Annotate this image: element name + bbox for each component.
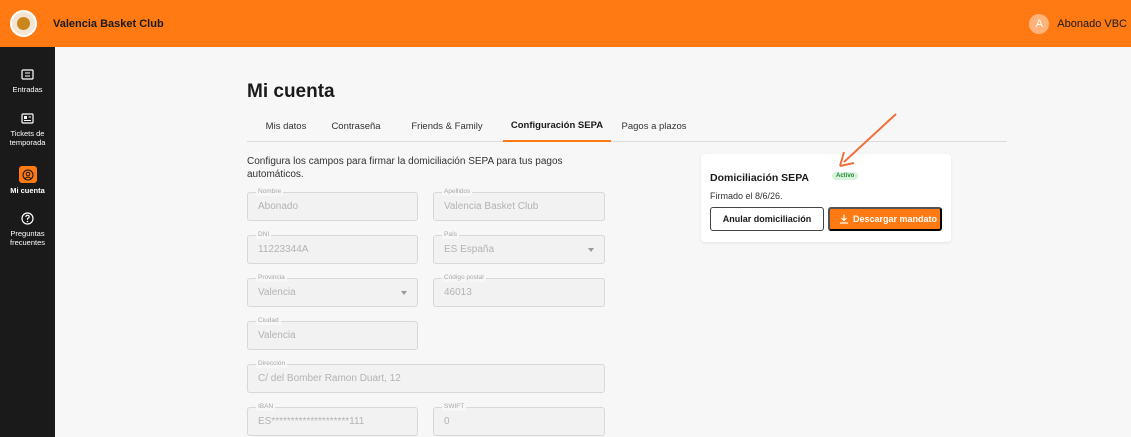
apellidos-field[interactable]: Apellidos Valencia Basket Club <box>433 187 605 221</box>
card-title: Domiciliación SEPA <box>710 172 809 184</box>
provincia-select[interactable]: Provincia Valencia <box>247 273 418 307</box>
tab-mis-datos[interactable]: Mis datos <box>255 110 317 142</box>
dni-field[interactable]: DNI 11223344A <box>247 230 418 264</box>
chevron-down-icon <box>588 248 594 252</box>
apellidos-value: Valencia Basket Club <box>444 201 539 212</box>
ciudad-field[interactable]: Ciudad Valencia <box>247 316 418 350</box>
iban-value: ES********************111 <box>258 416 365 427</box>
chevron-down-icon <box>401 291 407 295</box>
sidebar-item-label: Entradas <box>12 85 43 94</box>
download-mandate-label: Descargar mandato <box>852 214 938 224</box>
account-icon <box>18 166 37 183</box>
intro-text: Configura los campos para firmar la domi… <box>247 156 563 180</box>
nombre-field[interactable]: Nombre Abonado <box>247 187 418 221</box>
help-icon <box>20 211 35 226</box>
ciudad-label: Ciudad <box>256 316 281 325</box>
tab-contrasena[interactable]: Contraseña <box>323 110 389 142</box>
direccion-label: Dirección <box>256 359 288 368</box>
provincia-label: Provincia <box>256 273 287 282</box>
codigo-postal-label: Código postal <box>442 273 486 282</box>
avatar[interactable]: A <box>1029 13 1050 34</box>
user-menu[interactable]: A Abonado VBC <box>1029 0 1131 47</box>
annotation-arrow-icon <box>839 113 897 167</box>
direccion-field[interactable]: Dirección C/ del Bomber Ramon Duart, 12 <box>247 359 605 393</box>
nombre-label: Nombre <box>256 187 284 196</box>
swift-label: SWIFT <box>442 402 467 411</box>
sidebar-item-label: Mi cuenta <box>10 186 45 195</box>
iban-label: IBAN <box>256 402 276 411</box>
sidebar-item-mi-cuenta[interactable]: Mi cuenta <box>0 166 55 195</box>
pais-value: ES España <box>444 244 495 255</box>
tab-pagos-plazos[interactable]: Pagos a plazos <box>617 110 691 142</box>
sidebar-item-label: Tickets de temporada <box>9 129 46 147</box>
download-mandate-button[interactable]: Descargar mandato <box>828 207 942 231</box>
sidebar-item-tickets-temporada[interactable]: Tickets de temporada <box>0 111 55 147</box>
swift-field[interactable]: SWIFT 0 <box>433 402 605 436</box>
page-title: Mi cuenta <box>247 81 335 102</box>
status-badge: Activo <box>832 172 859 180</box>
download-icon <box>840 214 848 224</box>
sidebar-item-entradas[interactable]: Entradas <box>0 67 55 94</box>
tab-configuracion-sepa[interactable]: Configuración SEPA <box>503 110 611 142</box>
apellidos-label: Apellidos <box>442 187 473 196</box>
provincia-value: Valencia <box>258 287 296 298</box>
pais-label: País <box>442 230 460 239</box>
season-ticket-icon <box>20 111 35 126</box>
sidebar: Entradas Tickets de temporada Mi cuenta … <box>0 47 55 437</box>
club-logo-icon[interactable] <box>10 10 37 37</box>
ciudad-value: Valencia <box>258 330 296 341</box>
dni-label: DNI <box>256 230 272 239</box>
cancel-mandate-button[interactable]: Anular domiciliación <box>710 207 824 231</box>
user-name[interactable]: Abonado VBC <box>1057 18 1127 30</box>
dni-value: 11223344A <box>258 244 309 255</box>
pais-select[interactable]: País ES España <box>433 230 605 264</box>
main-content: Mi cuenta Mis datos Contraseña Friends &… <box>55 47 1131 437</box>
direccion-value: C/ del Bomber Ramon Duart, 12 <box>258 373 401 384</box>
brand-name[interactable]: Valencia Basket Club <box>53 18 164 30</box>
signed-date: Firmado el 8/6/26. <box>710 191 783 201</box>
tab-friends-family[interactable]: Friends & Family <box>399 110 495 142</box>
sidebar-item-label: Preguntas frecuentes <box>9 229 46 247</box>
nombre-value: Abonado <box>258 201 299 212</box>
sidebar-item-preguntas-frecuentes[interactable]: Preguntas frecuentes <box>0 211 55 247</box>
sepa-status-card: Domiciliación SEPA Activo Firmado el 8/6… <box>701 154 951 242</box>
codigo-postal-value: 46013 <box>444 287 472 298</box>
codigo-postal-field[interactable]: Código postal 46013 <box>433 273 605 307</box>
ticket-icon <box>20 67 35 82</box>
top-bar: Valencia Basket Club A Abonado VBC <box>0 0 1131 47</box>
iban-field[interactable]: IBAN ES********************111 <box>247 402 418 436</box>
swift-value: 0 <box>444 416 450 427</box>
